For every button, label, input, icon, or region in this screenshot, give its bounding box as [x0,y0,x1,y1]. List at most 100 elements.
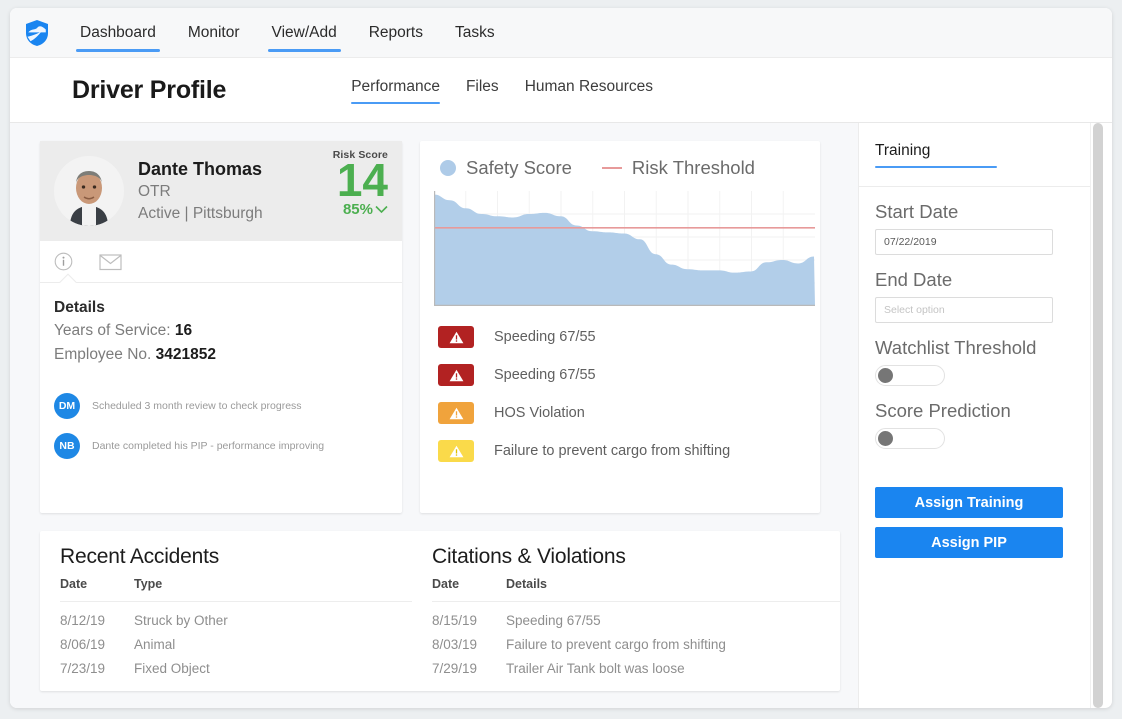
watchlist-threshold-toggle[interactable] [875,365,945,386]
cell-date: 8/06/19 [60,633,134,657]
legend-item-risk-threshold: Risk Threshold [602,157,755,179]
table-title: Citations & Violations [432,545,840,569]
app-window: Dashboard Monitor View/Add Reports Tasks… [10,8,1112,708]
table-title: Recent Accidents [60,545,412,569]
avatar [54,156,124,226]
violation-text: HOS Violation [494,405,585,421]
top-navbar: Dashboard Monitor View/Add Reports Tasks [10,8,1112,58]
content-tabs: Performance Files Human Resources [351,78,653,102]
driver-role: OTR [138,181,333,203]
side-panel-tabs: Training [859,123,1090,187]
comment-avatar: DM [54,393,80,419]
risk-score-value: 14 [333,159,388,201]
violation-text: Failure to prevent cargo from shifting [494,443,730,459]
score-prediction-label: Score Prediction [875,400,1074,422]
end-date-placeholder: Select option [884,304,945,316]
tab-files[interactable]: Files [466,78,499,102]
profile-identity: Dante Thomas OTR Active | Pittsburgh [138,157,333,225]
page-body: Dante Thomas OTR Active | Pittsburgh Ris… [10,123,1112,708]
table-row[interactable]: 7/23/19 Fixed Object [60,657,412,681]
nav-item-dashboard[interactable]: Dashboard [64,8,172,58]
tab-training[interactable]: Training [875,142,930,167]
violation-text: Speeding 67/55 [494,329,596,345]
nav-item-monitor[interactable]: Monitor [172,8,256,58]
column-header: Date [60,577,134,591]
cell-type: Animal [134,633,412,657]
comment-text: Dante completed his PIP - performance im… [92,440,324,452]
scrollbar-thumb[interactable] [1093,123,1103,708]
list-item[interactable]: DM Scheduled 3 month review to check pro… [54,393,386,419]
nav-item-reports[interactable]: Reports [353,8,439,58]
warning-triangle-icon [438,364,474,386]
nav-item-view-add[interactable]: View/Add [256,8,353,58]
list-item[interactable]: HOS Violation [438,402,806,424]
list-item[interactable]: Speeding 67/55 [438,364,806,386]
chevron-down-icon [375,205,388,214]
side-panel-actions: Assign Training Assign PIP [875,487,1074,558]
tab-human-resources[interactable]: Human Resources [525,78,653,102]
safety-score-chart-card: Safety Score Risk Threshold [420,141,820,513]
details-title: Details [54,299,386,317]
nav-item-label: Dashboard [80,24,156,42]
legend-label: Safety Score [466,157,572,179]
comment-avatar: NB [54,433,80,459]
legend-line-icon [602,167,622,170]
risk-score-block[interactable]: Risk Score 14 85% [333,141,388,218]
recent-accidents-table: Recent Accidents Date Type 8/12/19 Struc… [40,545,412,691]
legend-item-safety-score: Safety Score [440,157,572,179]
nav-item-tasks[interactable]: Tasks [439,8,511,58]
page-title: Driver Profile [72,76,226,105]
cell-details: Speeding 67/55 [506,609,840,633]
list-item[interactable]: NB Dante completed his PIP - performance… [54,433,386,459]
cell-details: Failure to prevent cargo from shifting [506,633,840,657]
shield-logo-icon[interactable] [10,19,64,47]
table-row[interactable]: 7/29/19 Trailer Air Tank bolt was loose [432,657,840,681]
start-date-input[interactable]: 07/22/2019 [875,229,1053,255]
assign-training-button[interactable]: Assign Training [875,487,1063,518]
training-side-panel: Training Start Date 07/22/2019 End Date … [858,123,1090,708]
table-row[interactable]: 8/12/19 Struck by Other [60,609,412,633]
area-chart [434,191,815,306]
cell-date: 8/12/19 [60,609,134,633]
end-date-input[interactable]: Select option [875,297,1053,323]
comments-list: DM Scheduled 3 month review to check pro… [54,393,386,459]
nav-item-label: Tasks [455,24,495,42]
vertical-scrollbar[interactable] [1090,123,1104,708]
list-item[interactable]: Speeding 67/55 [438,326,806,348]
profile-icon-tabs [40,241,402,283]
watchlist-threshold-label: Watchlist Threshold [875,337,1074,359]
column-header: Type [134,577,412,591]
score-prediction-toggle[interactable] [875,428,945,449]
cell-type: Fixed Object [134,657,412,681]
cell-date: 7/23/19 [60,657,134,681]
tab-performance[interactable]: Performance [351,78,440,102]
list-item[interactable]: Failure to prevent cargo from shifting [438,440,806,462]
bottom-tables-card: Recent Accidents Date Type 8/12/19 Struc… [40,531,840,691]
tab-label: Files [466,78,499,95]
warning-triangle-icon [438,402,474,424]
employee-value: 3421852 [156,346,216,363]
driver-status: Active | Pittsburgh [138,203,333,225]
envelope-icon[interactable] [99,253,122,271]
nav-items: Dashboard Monitor View/Add Reports Tasks [64,8,511,58]
chart-legend: Safety Score Risk Threshold [434,157,806,179]
table-row[interactable]: 8/15/19 Speeding 67/55 [432,609,840,633]
cards-row: Dante Thomas OTR Active | Pittsburgh Ris… [40,141,838,513]
assign-pip-button[interactable]: Assign PIP [875,527,1063,558]
cell-date: 8/03/19 [432,633,506,657]
main-content: Dante Thomas OTR Active | Pittsburgh Ris… [10,123,858,708]
column-header: Details [506,577,840,591]
table-header-row: Date Type [60,577,412,601]
toggle-knob [878,431,893,446]
end-date-label: End Date [875,269,1074,291]
driver-profile-card: Dante Thomas OTR Active | Pittsburgh Ris… [40,141,402,513]
comment-text: Scheduled 3 month review to check progre… [92,400,302,412]
side-tab-label: Training [875,142,930,159]
cell-type: Struck by Other [134,609,412,633]
info-circle-icon[interactable] [54,252,73,271]
toggle-knob [878,368,893,383]
tab-label: Performance [351,78,440,95]
table-row[interactable]: 8/03/19 Failure to prevent cargo from sh… [432,633,840,657]
table-row[interactable]: 8/06/19 Animal [60,633,412,657]
cell-date: 7/29/19 [432,657,506,681]
